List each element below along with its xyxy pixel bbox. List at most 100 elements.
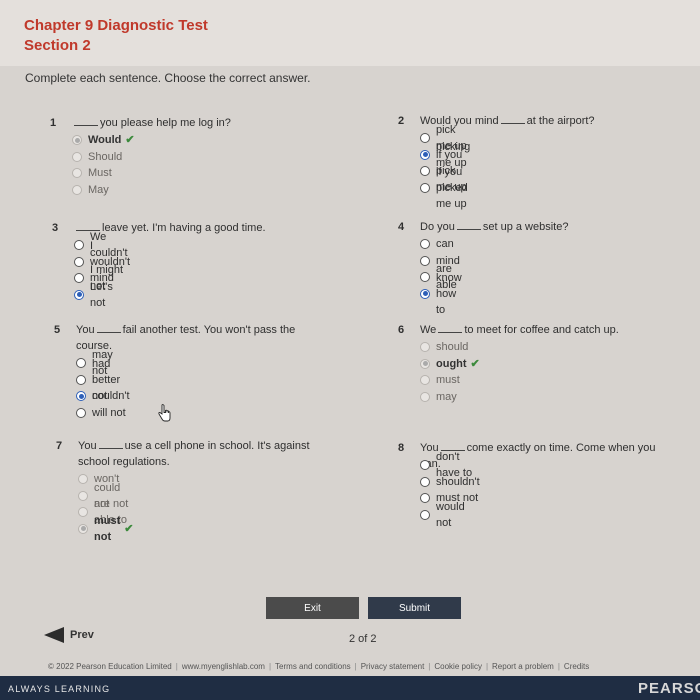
prev-label: Prev bbox=[70, 629, 94, 641]
radio-button[interactable] bbox=[74, 256, 84, 267]
stem-before-blank: You bbox=[78, 440, 97, 452]
stem-before-blank: We bbox=[420, 324, 437, 336]
question-number: 2 bbox=[398, 115, 405, 127]
page-header: Chapter 9 Diagnostic Test Section 2 bbox=[0, 0, 700, 66]
option-label: if you picked me up bbox=[436, 165, 468, 210]
question-number: 5 bbox=[54, 324, 61, 336]
footer-bar: ALWAYS LEARNING PEARSON bbox=[0, 676, 700, 700]
instructions: Complete each sentence. Choose the corre… bbox=[25, 71, 311, 85]
radio-button[interactable] bbox=[420, 493, 430, 504]
radio-button[interactable] bbox=[74, 240, 84, 251]
answer-option[interactable]: Let's not bbox=[74, 281, 130, 309]
checkmark-icon: ✔ bbox=[124, 522, 134, 535]
tagline: ALWAYS LEARNING bbox=[8, 684, 111, 694]
radio-button[interactable] bbox=[76, 407, 86, 418]
brand-logo: PEARSON bbox=[638, 680, 700, 697]
answer-option[interactable]: shouldn't bbox=[420, 474, 480, 491]
question-number: 4 bbox=[398, 221, 405, 233]
answer-option[interactable]: will not bbox=[76, 405, 130, 422]
option-label: May bbox=[88, 183, 109, 196]
answer-option[interactable]: couldn't bbox=[76, 388, 130, 405]
option-label: Let's not bbox=[90, 280, 113, 309]
checkmark-icon: ✔ bbox=[470, 357, 480, 370]
answer-option[interactable]: had better not bbox=[76, 358, 130, 402]
radio-button bbox=[72, 135, 82, 146]
footer-link[interactable]: Credits bbox=[564, 662, 589, 671]
radio-button[interactable] bbox=[420, 272, 430, 283]
radio-button[interactable] bbox=[420, 239, 430, 250]
radio-button[interactable] bbox=[420, 133, 430, 144]
submit-button[interactable]: Submit bbox=[368, 597, 461, 619]
checkmark-icon: ✔ bbox=[125, 134, 135, 147]
footer-link[interactable]: Privacy statement bbox=[361, 662, 425, 671]
radio-button[interactable] bbox=[420, 255, 430, 266]
question-stem: We to meet for coffee and catch up. bbox=[420, 322, 665, 338]
stem-after-blank: you please help me log in? bbox=[100, 117, 231, 129]
radio-button bbox=[78, 490, 88, 501]
answer-option[interactable]: if you picked me up bbox=[420, 166, 470, 210]
radio-button[interactable] bbox=[420, 182, 430, 193]
radio-button[interactable] bbox=[420, 476, 430, 487]
radio-button[interactable] bbox=[420, 460, 430, 471]
option-label: couldn't bbox=[92, 390, 130, 403]
answer-option[interactable]: know how to bbox=[420, 272, 462, 316]
page-title: Chapter 9 Diagnostic Test bbox=[24, 17, 208, 34]
option-label: know how to bbox=[436, 271, 462, 316]
stem-after-blank: to meet for coffee and catch up. bbox=[464, 324, 619, 336]
radio-button[interactable] bbox=[420, 166, 430, 177]
separator: | bbox=[354, 662, 357, 671]
radio-button[interactable] bbox=[76, 374, 86, 385]
radio-button bbox=[420, 391, 430, 402]
separator: | bbox=[557, 662, 560, 671]
separator: | bbox=[268, 662, 272, 671]
footer-link[interactable]: www.myenglishlab.com bbox=[182, 662, 265, 671]
option-label: will not bbox=[92, 406, 126, 419]
answer-option: must bbox=[420, 372, 480, 389]
answer-option[interactable]: would not bbox=[420, 501, 480, 529]
separator: | bbox=[485, 662, 489, 671]
prev-button[interactable]: Prev bbox=[44, 627, 94, 643]
radio-button[interactable] bbox=[420, 509, 430, 520]
option-label: ought bbox=[436, 357, 467, 370]
radio-button bbox=[72, 168, 82, 179]
radio-button[interactable] bbox=[74, 289, 84, 300]
answer-option[interactable]: can bbox=[420, 236, 462, 253]
footer-link: © 2022 Pearson Education Limited bbox=[48, 662, 172, 671]
radio-button bbox=[420, 375, 430, 386]
section-title: Section 2 bbox=[24, 37, 91, 54]
answer-blank bbox=[96, 323, 121, 333]
option-label: shouldn't bbox=[436, 475, 480, 488]
footer-link[interactable]: Report a problem bbox=[492, 662, 554, 671]
stem-before-blank: Do you bbox=[420, 221, 455, 233]
answer-blank bbox=[456, 220, 481, 230]
answer-option: should bbox=[420, 339, 480, 356]
radio-button[interactable] bbox=[420, 149, 430, 160]
radio-button bbox=[420, 358, 430, 369]
answer-blank bbox=[500, 114, 525, 124]
question-number: 7 bbox=[56, 440, 63, 452]
footer-link[interactable]: Cookie policy bbox=[434, 662, 482, 671]
option-label: can bbox=[436, 238, 454, 251]
answer-option[interactable]: don't have to bbox=[420, 451, 480, 479]
option-label: should bbox=[436, 341, 469, 354]
footer-links: © 2022 Pearson Education Limited | www.mye… bbox=[48, 662, 589, 671]
answer-blank bbox=[98, 439, 123, 449]
radio-button[interactable] bbox=[420, 288, 430, 299]
separator: | bbox=[428, 662, 431, 671]
radio-button[interactable] bbox=[76, 358, 86, 369]
footer-link[interactable]: Terms and conditions bbox=[275, 662, 351, 671]
page-indicator: 2 of 2 bbox=[349, 633, 377, 645]
radio-button bbox=[78, 523, 88, 534]
exit-button[interactable]: Exit bbox=[266, 597, 359, 619]
arrow-left-icon bbox=[44, 627, 64, 643]
hand-cursor-icon bbox=[158, 404, 171, 422]
answer-option: Would ✔ bbox=[72, 132, 135, 149]
answer-option: may bbox=[420, 389, 480, 406]
answer-blank bbox=[438, 323, 463, 333]
option-label: Must bbox=[88, 167, 112, 180]
radio-button[interactable] bbox=[76, 391, 86, 402]
question-number: 1 bbox=[50, 117, 57, 129]
question-number: 6 bbox=[398, 324, 405, 336]
answer-option: ought ✔ bbox=[420, 356, 480, 373]
radio-button[interactable] bbox=[74, 273, 84, 284]
